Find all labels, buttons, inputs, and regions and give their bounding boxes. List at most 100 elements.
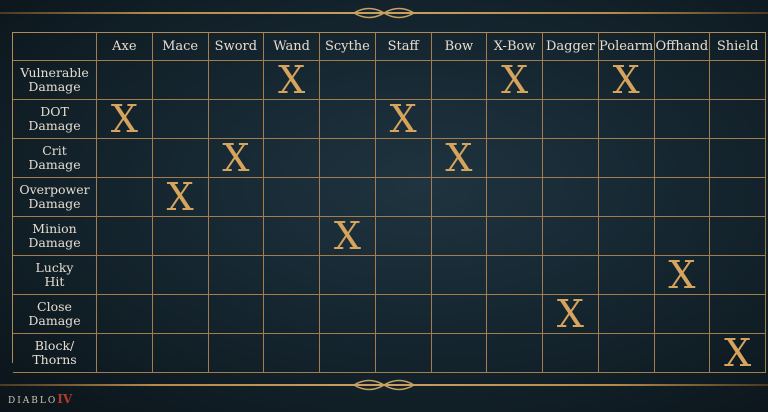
table-cell	[598, 256, 655, 295]
column-header: Bow	[431, 33, 488, 61]
table-cell	[543, 256, 599, 295]
table-cell	[431, 178, 488, 217]
bottom-frame-border	[0, 379, 768, 391]
weapon-affix-table: Axe Mace Sword Wand Scythe Staff Bow X-Bow Dagge…	[12, 32, 766, 373]
table-cell	[152, 100, 209, 139]
table-cell	[543, 100, 599, 139]
table-cell	[320, 256, 376, 295]
table-cell	[710, 100, 766, 139]
table-cell	[431, 61, 488, 100]
ornament-icon	[352, 7, 416, 19]
table-cell	[598, 100, 655, 139]
table-cell	[264, 178, 320, 217]
x-mark: X	[445, 136, 473, 180]
table-cell	[654, 217, 711, 256]
table-cell	[710, 61, 766, 100]
table-cell	[375, 295, 432, 334]
table-cell: X	[320, 217, 376, 256]
table-cell	[431, 334, 488, 373]
x-mark: X	[556, 292, 584, 336]
table-cell	[654, 295, 711, 334]
row-header: Lucky Hit	[13, 256, 97, 295]
table-cell	[320, 334, 376, 373]
table-cell	[208, 217, 265, 256]
table-cell	[431, 100, 488, 139]
table-cell	[487, 100, 543, 139]
table-cell	[320, 100, 376, 139]
table-cell	[375, 334, 432, 373]
table-cell: X	[543, 295, 599, 334]
table-cell	[487, 217, 543, 256]
table-cell	[320, 61, 376, 100]
table-cell	[710, 178, 766, 217]
game-logo: DIABLOIV	[8, 392, 72, 406]
row-header: Minion Damage	[13, 217, 97, 256]
table-cell	[375, 61, 432, 100]
table-cell	[654, 61, 711, 100]
table-cell	[320, 295, 376, 334]
table-cell	[543, 139, 599, 178]
x-mark: X	[668, 253, 696, 297]
row-header: Overpower Damage	[13, 178, 97, 217]
row-header: Crit Damage	[13, 139, 97, 178]
table-cell	[97, 334, 153, 373]
table-cell	[97, 295, 153, 334]
table-cell	[375, 178, 432, 217]
table-cell	[208, 256, 265, 295]
table-cell	[152, 256, 209, 295]
column-header: Shield	[710, 33, 766, 61]
table-cell	[598, 295, 655, 334]
table-cell	[264, 334, 320, 373]
table-cell: X	[97, 100, 153, 139]
column-header: Wand	[264, 33, 320, 61]
column-header: Staff	[375, 33, 432, 61]
row-header: Block/ Thorns	[13, 334, 97, 373]
table-cell	[152, 217, 209, 256]
column-header: Mace	[152, 33, 209, 61]
table-cell: X	[487, 61, 543, 100]
x-mark: X	[333, 214, 361, 258]
table-cell	[375, 139, 432, 178]
table-cell	[208, 334, 265, 373]
table-cell	[654, 100, 711, 139]
table-cell: X	[431, 136, 488, 180]
row-header: Close Damage	[13, 295, 97, 334]
x-mark: X	[389, 97, 417, 141]
table-cell	[710, 256, 766, 295]
table-cell	[208, 100, 265, 139]
ornament-icon	[352, 379, 416, 391]
table-cell	[487, 295, 543, 334]
table-cell	[97, 139, 153, 178]
table-cell	[152, 295, 209, 334]
table-corner-cell	[13, 33, 97, 61]
table-cell	[598, 178, 655, 217]
logo-numeral: IV	[57, 392, 73, 406]
table-cell	[320, 139, 376, 178]
table-cell	[375, 217, 432, 256]
column-header: Dagger	[543, 33, 599, 61]
table-cell	[431, 217, 488, 256]
table-cell	[152, 61, 209, 100]
table-cell	[487, 178, 543, 217]
table-cell	[97, 61, 153, 100]
table-cell	[97, 178, 153, 217]
table-cell	[208, 295, 265, 334]
column-header: Offhand	[654, 33, 711, 61]
table-cell	[152, 139, 209, 178]
top-frame-border	[0, 7, 768, 19]
table-cell	[264, 217, 320, 256]
table-cell	[710, 139, 766, 178]
table-cell	[208, 178, 265, 217]
table-cell: X	[264, 61, 320, 100]
x-mark: X	[222, 136, 250, 180]
table-cell: X	[208, 136, 265, 180]
table-cell	[152, 334, 209, 373]
column-header: Scythe	[320, 33, 376, 61]
table-cell: X	[598, 61, 655, 100]
table-cell	[431, 295, 488, 334]
table-cell	[264, 295, 320, 334]
table-cell	[487, 334, 543, 373]
table-cell	[543, 178, 599, 217]
table-cell	[487, 139, 543, 178]
table-cell	[97, 217, 153, 256]
